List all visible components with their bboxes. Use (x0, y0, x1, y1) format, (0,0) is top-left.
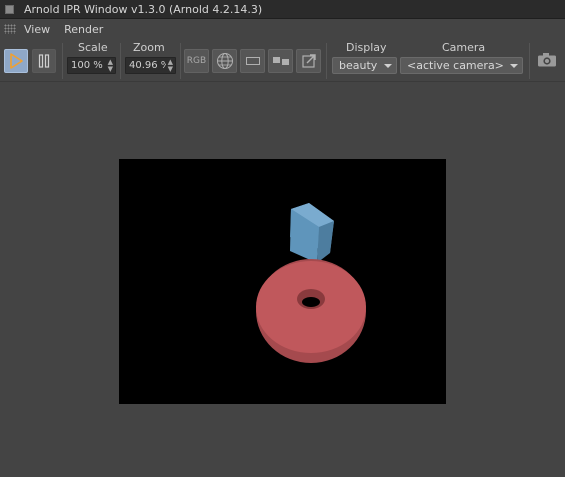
toolbar-separator (180, 43, 181, 79)
compare-icon (272, 57, 289, 65)
scale-spinbox[interactable]: 100 % ▲ ▼ (67, 57, 116, 74)
region-button[interactable] (240, 49, 265, 73)
toolbar-separator (62, 43, 63, 79)
camera-value: <active camera> (407, 59, 504, 72)
globe-icon (216, 53, 233, 69)
chevron-down-icon (384, 64, 392, 68)
zoom-spinbox[interactable]: 40.96 % ▲ ▼ (125, 57, 176, 74)
menu-bar: View Render (0, 19, 565, 39)
toolbar-separator (120, 43, 121, 79)
render-image (119, 159, 446, 404)
pause-button[interactable] (32, 49, 56, 73)
display-label: Display (346, 41, 387, 54)
play-button[interactable] (4, 49, 28, 73)
scale-label: Scale (78, 41, 108, 54)
window-title: Arnold IPR Window v1.3.0 (Arnold 4.2.14.… (24, 2, 263, 16)
compare-button[interactable] (268, 49, 293, 73)
pause-icon (38, 54, 50, 68)
toolbar-separator (326, 43, 327, 79)
toolbar-separator (529, 43, 530, 79)
play-icon (10, 53, 23, 69)
cube-object (290, 203, 334, 263)
camera-label: Camera (442, 41, 486, 54)
render-scene (256, 203, 366, 363)
spin-arrows-icon[interactable]: ▲ ▼ (108, 58, 113, 73)
grip-icon[interactable] (4, 24, 16, 34)
globe-button[interactable] (212, 49, 237, 73)
region-icon (245, 57, 260, 65)
menu-view[interactable]: View (24, 23, 50, 36)
scale-value: 100 % (71, 60, 103, 71)
spin-arrows-icon[interactable]: ▲ ▼ (165, 58, 173, 73)
window-icon (5, 4, 14, 14)
export-icon (301, 54, 316, 68)
title-bar: Arnold IPR Window v1.3.0 (Arnold 4.2.14.… (0, 0, 565, 19)
toolbar: Scale 100 % ▲ ▼ Zoom 40.96 % ▲ ▼ RGB Dis… (0, 39, 565, 82)
camera-dropdown[interactable]: <active camera> (400, 57, 523, 74)
export-button[interactable] (296, 49, 321, 73)
render-viewport[interactable] (0, 82, 565, 477)
zoom-value: 40.96 % (129, 60, 171, 71)
menu-render[interactable]: Render (64, 23, 103, 36)
rgb-button[interactable]: RGB (184, 49, 209, 73)
zoom-label: Zoom (133, 41, 165, 54)
display-value: beauty (339, 59, 378, 72)
snapshot-button[interactable] (537, 51, 557, 67)
camera-icon (538, 52, 556, 66)
torus-object (256, 259, 366, 363)
rgb-label: RGB (186, 56, 207, 66)
display-dropdown[interactable]: beauty (332, 57, 397, 74)
chevron-down-icon (510, 64, 518, 68)
